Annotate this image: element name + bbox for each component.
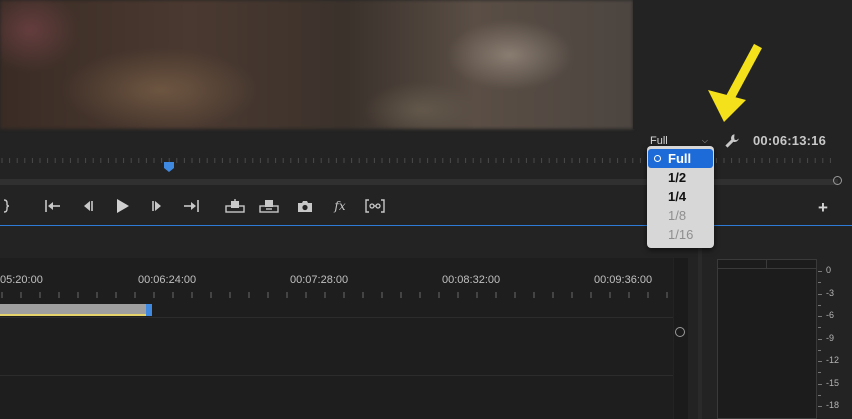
- db-tick: [818, 293, 822, 295]
- db-tick: [818, 406, 822, 407]
- db-tick: [818, 271, 822, 272]
- playhead-handle[interactable]: [164, 162, 174, 172]
- zoom-option-label: 1/2: [668, 170, 687, 185]
- db-label: -6: [826, 310, 835, 320]
- db-tick: [818, 383, 822, 385]
- annotation-arrow-icon: [708, 43, 762, 122]
- zoom-level-value: Full: [650, 134, 668, 147]
- step-back-button[interactable]: [80, 197, 96, 215]
- db-label: 0: [826, 265, 832, 275]
- zoom-option-label: 1/16: [668, 227, 694, 242]
- step-back-icon: [84, 201, 93, 211]
- zoom-option-sixteenth: 1/16: [648, 225, 713, 244]
- zoom-option-label: 1/4: [668, 189, 687, 204]
- compare-view-button[interactable]: [365, 197, 385, 215]
- db-label: -15: [826, 377, 840, 388]
- db-label: -18: [826, 400, 840, 410]
- go-to-in-icon: [45, 200, 60, 212]
- program-monitor-video: [0, 0, 633, 129]
- db-minor-tick: [818, 304, 821, 306]
- mark-out-icon: [3, 199, 9, 213]
- audio-meter-channel-split: [766, 259, 767, 269]
- fx-icon: fx: [334, 199, 346, 213]
- zoom-option-eighth: 1/8: [648, 206, 713, 225]
- zoom-option-quarter[interactable]: 1/4: [648, 187, 713, 206]
- timeline-timecode: 00:06:24:00: [138, 274, 197, 286]
- timeline-timecode: 00:08:32:00: [442, 274, 501, 286]
- chevron-down-icon: ⌵: [701, 135, 708, 145]
- export-frame-button[interactable]: [296, 197, 314, 215]
- camera-icon: [298, 200, 312, 212]
- timeline-timecode: 00:07:28:00: [290, 274, 349, 286]
- clip-audio-line: [0, 314, 146, 316]
- audio-meter: [717, 259, 817, 419]
- compare-icon: [365, 199, 385, 213]
- lift-button[interactable]: [225, 197, 245, 215]
- zoom-option-half[interactable]: 1/2: [648, 168, 713, 187]
- mark-out-button[interactable]: [2, 197, 10, 215]
- track-divider: [0, 317, 673, 318]
- go-to-out-icon: [184, 200, 199, 212]
- timeline-time-ruler[interactable]: [0, 292, 673, 304]
- go-to-out-button[interactable]: [182, 197, 200, 215]
- lift-icon: [225, 199, 245, 213]
- panel-divider[interactable]: [698, 247, 702, 419]
- db-tick: [818, 316, 822, 317]
- timeline-timecode: 00:09:36:00: [594, 274, 653, 286]
- extract-button[interactable]: [259, 197, 279, 215]
- db-minor-tick: [818, 327, 821, 328]
- step-forward-icon: [152, 201, 161, 211]
- db-minor-tick: [818, 372, 821, 373]
- zoom-option-full[interactable]: Full: [648, 149, 713, 168]
- db-label: -12: [826, 355, 840, 365]
- timeline-timecode: 05:20:00: [0, 274, 43, 286]
- zoom-option-label: Full: [668, 151, 692, 166]
- go-to-in-button[interactable]: [44, 197, 62, 215]
- track-divider: [0, 375, 673, 376]
- play-button[interactable]: [114, 197, 130, 215]
- db-label: -3: [826, 287, 835, 298]
- extract-icon: [259, 200, 279, 213]
- wrench-icon[interactable]: [723, 132, 741, 150]
- audio-meter-header: [717, 259, 817, 269]
- clip-end-marker[interactable]: [146, 304, 152, 316]
- db-tick: [818, 361, 822, 362]
- play-icon: [116, 199, 129, 213]
- playhead-timecode[interactable]: 00:06:13:16: [753, 133, 826, 148]
- panel-focus-line: [0, 225, 852, 226]
- radio-selected-icon: [654, 155, 661, 162]
- step-forward-button[interactable]: [149, 197, 165, 215]
- zoom-option-label: 1/8: [668, 208, 687, 223]
- db-tick: [818, 338, 822, 340]
- db-minor-tick: [818, 282, 821, 283]
- timeline-vertical-scrollbar[interactable]: [674, 258, 688, 419]
- fx-button[interactable]: fx: [332, 197, 348, 215]
- db-label: -9: [826, 332, 835, 343]
- zoom-scroll-handle[interactable]: [833, 176, 842, 185]
- db-minor-tick: [818, 349, 821, 351]
- scrollbar-handle[interactable]: [675, 327, 685, 337]
- button-editor-add-button[interactable]: +: [818, 198, 828, 218]
- db-minor-tick: [818, 394, 821, 396]
